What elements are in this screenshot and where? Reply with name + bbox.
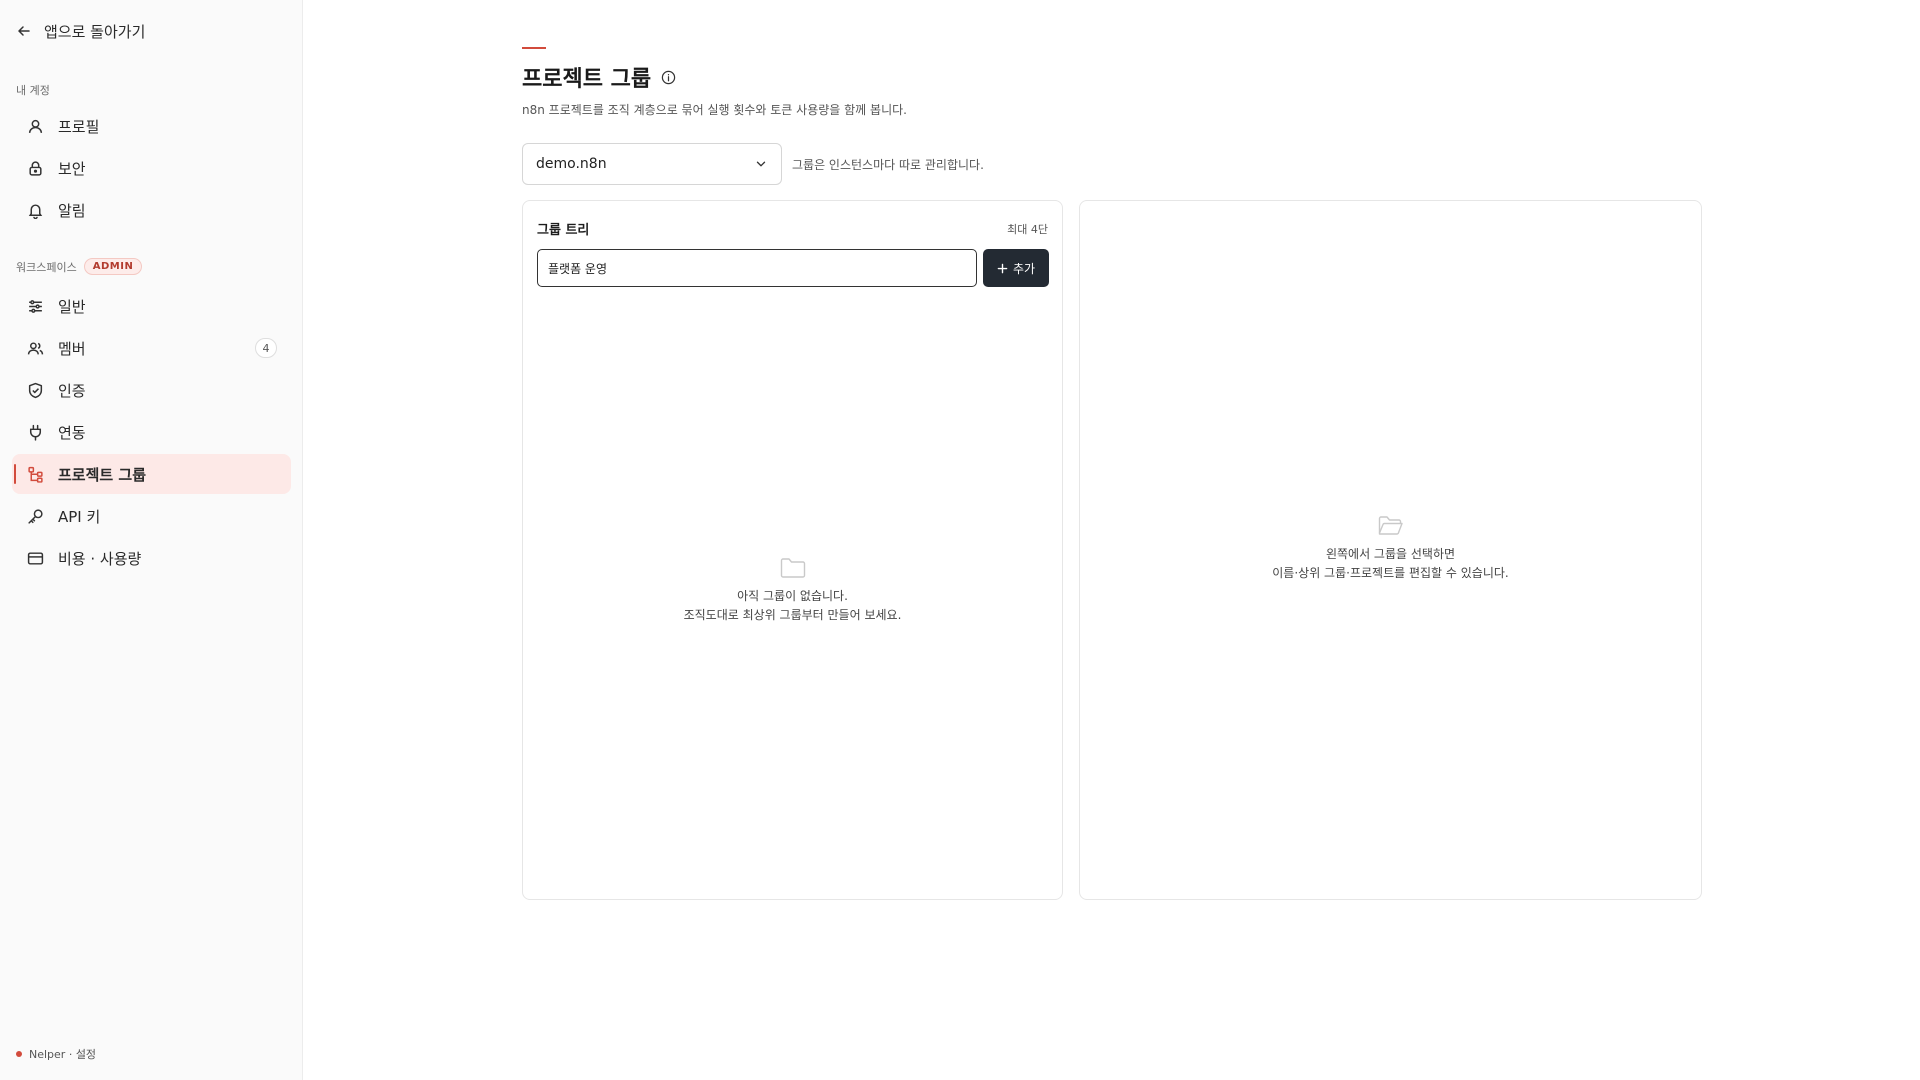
group-name-input[interactable] — [537, 249, 977, 287]
sidebar-item-label: 멤버 — [58, 339, 86, 358]
admin-badge: ADMIN — [83, 258, 143, 275]
members-count-badge: 4 — [255, 338, 277, 358]
sidebar-item-label: 연동 — [58, 423, 86, 442]
sidebar-item-label: 인증 — [58, 381, 86, 400]
brand-dot — [16, 1051, 22, 1057]
footer-label: Nelper · 설정 — [29, 1048, 97, 1061]
plus-icon — [997, 263, 1008, 273]
sidebar-item-api-keys[interactable]: API 키 — [12, 496, 291, 536]
shield-icon — [28, 382, 43, 398]
key-icon — [28, 508, 43, 524]
group-tree-title: 그룹 트리 — [537, 223, 590, 238]
title-accent-line — [522, 47, 546, 49]
sidebar-item-authentication[interactable]: 인증 — [12, 370, 291, 410]
sidebar-item-label: 프로젝트 그룹 — [58, 465, 147, 484]
sidebar-item-label: 알림 — [58, 201, 86, 220]
sliders-icon — [29, 299, 42, 313]
sidebar-item-profile[interactable]: 프로필 — [12, 106, 291, 146]
detail-empty-state: 왼쪽에서 그룹을 선택하면 이름·상위 그룹·프로젝트를 편집할 수 있습니다. — [1080, 515, 1701, 583]
bell-icon — [28, 203, 43, 219]
sidebar-item-security[interactable]: 보안 — [12, 148, 291, 188]
sidebar-footer: Nelper · 설정 — [16, 1046, 96, 1062]
tree-empty-state: 아직 그룹이 없습니다. 조직도대로 최상위 그룹부터 만들어 보세요. — [523, 557, 1062, 625]
max-depth-label: 최대 4단 — [1007, 223, 1048, 236]
folder-open-icon — [1378, 516, 1403, 535]
chevron-down-icon — [756, 161, 766, 167]
user-icon — [28, 119, 43, 133]
sidebar-item-billing-usage[interactable]: 비용 · 사용량 — [12, 538, 291, 578]
sidebar-item-label: API 키 — [58, 507, 101, 526]
detail-empty-line2: 이름·상위 그룹·프로젝트를 편집할 수 있습니다. — [1272, 566, 1509, 580]
tree-empty-line2: 조직도대로 최상위 그룹부터 만들어 보세요. — [683, 608, 902, 622]
arrow-left-icon — [18, 26, 30, 36]
detail-empty-line1: 왼쪽에서 그룹을 선택하면 — [1325, 547, 1456, 561]
workspace-section-label: 워크스페이스 ADMIN — [16, 258, 143, 275]
sidebar-item-label: 프로필 — [58, 117, 100, 136]
sidebar-item-label: 일반 — [58, 297, 86, 316]
users-icon — [27, 341, 44, 354]
back-to-app-link[interactable]: 앱으로 돌아가기 — [16, 20, 145, 42]
group-tree-panel: 그룹 트리 최대 4단 추가 아직 그룹이 없습니다. 조직도대로 최상위 그룹… — [522, 200, 1063, 900]
info-icon[interactable] — [661, 70, 676, 85]
folder-icon — [780, 558, 805, 578]
sidebar-item-notifications[interactable]: 알림 — [12, 190, 291, 230]
back-label: 앱으로 돌아가기 — [44, 22, 146, 41]
instance-select[interactable]: demo.n8n — [522, 143, 782, 185]
sidebar-item-members[interactable]: 멤버 4 — [12, 328, 291, 368]
sidebar-item-general[interactable]: 일반 — [12, 286, 291, 326]
sidebar-item-project-groups[interactable]: 프로젝트 그룹 — [12, 454, 291, 494]
page-subtitle: n8n 프로젝트를 조직 계층으로 묶어 실행 횟수와 토큰 사용량을 함께 봅… — [522, 103, 907, 117]
instance-hint: 그룹은 인스턴스마다 따로 관리합니다. — [792, 158, 984, 172]
sidebar-item-integrations[interactable]: 연동 — [12, 412, 291, 452]
add-group-button[interactable]: 추가 — [983, 249, 1049, 287]
instance-select-value: demo.n8n — [536, 156, 607, 172]
add-group-label: 추가 — [1012, 261, 1036, 276]
page-title: 프로젝트 그룹 — [522, 61, 676, 93]
tree-empty-line1: 아직 그룹이 없습니다. — [737, 589, 848, 603]
hierarchy-icon — [28, 466, 43, 483]
sidebar-item-label: 보안 — [58, 159, 86, 178]
sidebar-item-label: 비용 · 사용량 — [58, 549, 142, 568]
lock-icon — [29, 160, 42, 176]
group-detail-panel: 왼쪽에서 그룹을 선택하면 이름·상위 그룹·프로젝트를 편집할 수 있습니다. — [1079, 200, 1702, 900]
settings-sidebar: 앱으로 돌아가기 내 계정 프로필 보안 알림 워크스페이스 ADMIN 일반 … — [0, 0, 303, 1080]
card-icon — [27, 551, 44, 565]
account-section-label: 내 계정 — [16, 84, 50, 97]
main-content: 프로젝트 그룹 n8n 프로젝트를 조직 계층으로 묶어 실행 횟수와 토큰 사… — [304, 0, 1920, 1080]
plug-icon — [29, 424, 42, 441]
